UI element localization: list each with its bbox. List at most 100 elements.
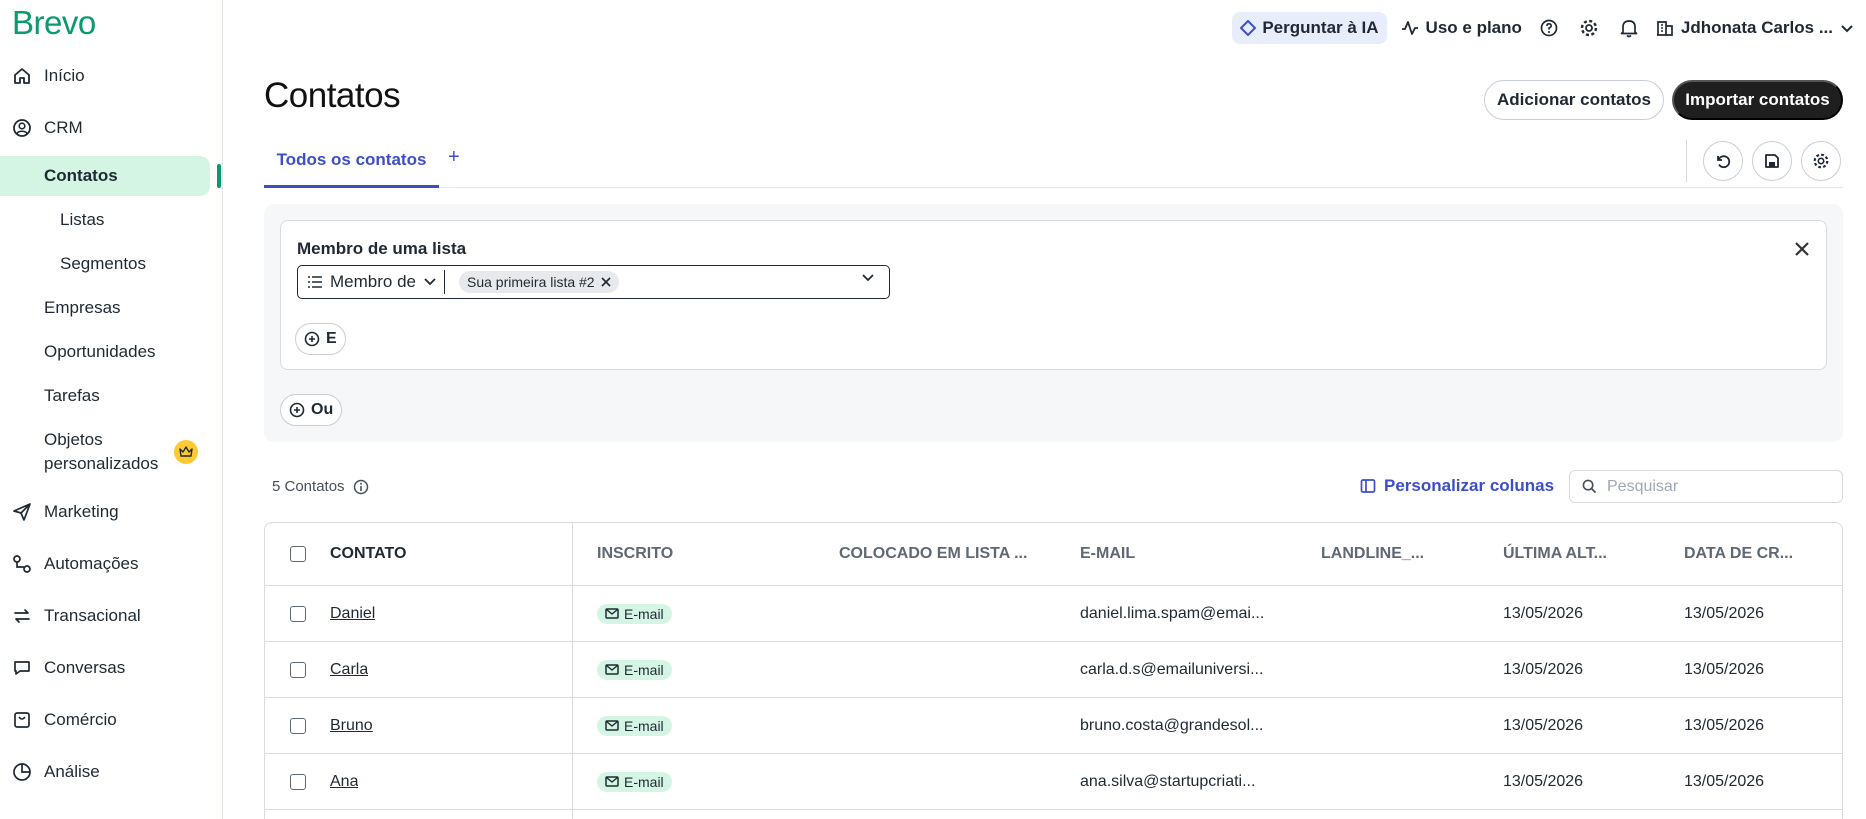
sidebar-item-oportunidades[interactable]: Oportunidades (0, 330, 223, 374)
contacts-count: 5 Contatos (272, 478, 369, 495)
user-circle-icon (11, 117, 33, 139)
filter-title: Membro de uma lista (297, 239, 467, 258)
table-row[interactable]: Ana E-mail ana.silva@startupcriati... 13… (265, 754, 1842, 810)
contact-name-link[interactable]: Ana (330, 773, 358, 791)
sidebar-item-label: Segmentos (60, 254, 146, 273)
tab-all-contacts[interactable]: Todos os contatos (264, 146, 439, 188)
count-label: 5 Contatos (272, 478, 345, 495)
view-settings-button[interactable] (1801, 141, 1841, 181)
chip-label: Sua primeira lista #2 (466, 274, 595, 290)
sidebar-item-transacional[interactable]: Transacional (0, 594, 223, 638)
sidebar-item-conversas[interactable]: Conversas (0, 646, 223, 690)
customize-columns-button[interactable]: Personalizar colunas (1360, 476, 1554, 496)
contact-name-link[interactable]: Carla (330, 661, 368, 679)
contact-name-link[interactable]: Bruno (330, 717, 373, 735)
search-icon (1582, 479, 1597, 494)
email-cell: carla.d.s@emailuniversi... (1080, 660, 1264, 678)
column-header-contato[interactable]: CONTATO (330, 523, 406, 585)
contact-name-link[interactable]: Daniel (330, 605, 375, 623)
home-icon (11, 65, 33, 87)
row-checkbox[interactable] (290, 661, 306, 678)
save-view-button[interactable] (1752, 141, 1792, 181)
save-icon (1765, 154, 1779, 168)
badge-label: E-mail (624, 605, 664, 622)
automation-icon (11, 553, 33, 575)
sidebar-item-analise[interactable]: Análise (0, 750, 223, 794)
operator-select[interactable]: Membro de (298, 270, 445, 294)
created-cell: 13/05/2026 (1684, 772, 1765, 790)
settings-gear-icon[interactable] (1576, 15, 1602, 41)
mail-icon (605, 664, 619, 675)
sidebar-item-crm[interactable]: CRM (0, 106, 223, 150)
created-cell: 13/05/2026 (1684, 660, 1765, 678)
chevron-down-icon (1841, 25, 1853, 33)
chevron-down-icon[interactable] (861, 273, 875, 283)
bell-icon[interactable] (1616, 15, 1642, 41)
sidebar-item-label: Conversas (44, 658, 126, 677)
sidebar-item-tarefas[interactable]: Tarefas (0, 374, 223, 418)
select-all-checkbox[interactable] (290, 546, 306, 562)
activity-icon (1401, 21, 1418, 35)
search-box[interactable] (1569, 470, 1843, 503)
sidebar-item-label: Objetos personalizados (44, 430, 159, 473)
mail-icon (605, 776, 619, 787)
account-menu[interactable]: Jdhonata Carlos ... (1656, 18, 1854, 38)
badge-label: E-mail (624, 773, 664, 790)
table-row[interactable]: Bruno E-mail bruno.costa@grandesol... 13… (265, 698, 1842, 754)
sidebar-item-label: Início (44, 66, 85, 85)
ai-diamond-icon (1240, 20, 1257, 36)
close-icon[interactable] (1794, 237, 1810, 263)
reset-button[interactable] (1703, 141, 1743, 181)
filter-condition-card: Membro de uma lista Membro de Sua primei… (280, 220, 1827, 370)
chat-icon (11, 657, 33, 679)
email-cell: bruno.costa@grandesol... (1080, 716, 1264, 734)
import-contacts-button[interactable]: Importar contatos (1672, 80, 1843, 120)
brevo-logo[interactable]: Brevo (12, 4, 96, 42)
list-membership-select[interactable]: Membro de Sua primeira lista #2 (297, 265, 890, 299)
row-checkbox[interactable] (290, 605, 306, 622)
chevron-down-icon (424, 278, 436, 286)
column-header-email[interactable]: E-MAIL (1080, 523, 1135, 585)
sidebar-item-empresas[interactable]: Empresas (0, 286, 223, 330)
sidebar-item-contatos[interactable]: Contatos (0, 156, 210, 196)
table-row[interactable]: Daniel E-mail daniel.lima.spam@emai... 1… (265, 586, 1842, 642)
remove-chip-icon[interactable] (601, 277, 611, 287)
sidebar-item-label: Contatos (44, 166, 118, 185)
updated-cell: 13/05/2026 (1503, 772, 1584, 790)
sidebar-item-comercio[interactable]: Comércio (0, 698, 223, 742)
sidebar-item-inicio[interactable]: Início (0, 54, 223, 98)
gear-icon (1813, 153, 1829, 169)
search-input[interactable] (1607, 477, 1827, 496)
sidebar-item-label: Comércio (44, 710, 117, 729)
sidebar-item-segmentos[interactable]: Segmentos (0, 242, 223, 286)
sidebar-item-marketing[interactable]: Marketing (0, 490, 223, 534)
column-header-landline[interactable]: LANDLINE_... (1321, 523, 1424, 585)
add-contacts-button[interactable]: Adicionar contatos (1484, 80, 1664, 120)
pie-chart-icon (11, 761, 33, 783)
ask-ai-button[interactable]: Perguntar à IA (1232, 12, 1387, 44)
active-indicator (217, 164, 221, 188)
column-header-ultima-alteracao[interactable]: ÚLTIMA ALT... (1503, 523, 1607, 585)
selected-list-chip: Sua primeira lista #2 (458, 271, 619, 293)
add-tab-button[interactable]: + (448, 146, 460, 169)
transfer-icon (11, 605, 33, 627)
sidebar: Brevo Início CRM Contatos Listas Segment… (0, 0, 223, 819)
column-header-inscrito[interactable]: INSCRITO (597, 523, 673, 585)
sidebar-item-label: Transacional (44, 606, 141, 625)
table-row[interactable]: Carla E-mail carla.d.s@emailuniversi... … (265, 642, 1842, 698)
add-or-condition-button[interactable]: Ou (280, 394, 343, 426)
sidebar-item-automacoes[interactable]: Automações (0, 542, 223, 586)
column-header-colocado-em-lista[interactable]: COLOCADO EM LISTA ... (839, 523, 1027, 585)
sidebar-item-listas[interactable]: Listas (0, 198, 223, 242)
row-checkbox[interactable] (290, 773, 306, 790)
and-label: E (326, 330, 337, 347)
mail-icon (605, 720, 619, 731)
add-and-condition-button[interactable]: E (295, 323, 346, 355)
column-header-data-de-criacao[interactable]: DATA DE CR... (1684, 523, 1793, 585)
usage-plan-button[interactable]: Uso e plano (1401, 18, 1522, 38)
tab-label: Todos os contatos (276, 150, 427, 169)
row-checkbox[interactable] (290, 717, 306, 734)
info-icon[interactable] (353, 479, 369, 495)
help-icon[interactable] (1536, 15, 1562, 41)
operator-label: Membro de (330, 272, 416, 291)
